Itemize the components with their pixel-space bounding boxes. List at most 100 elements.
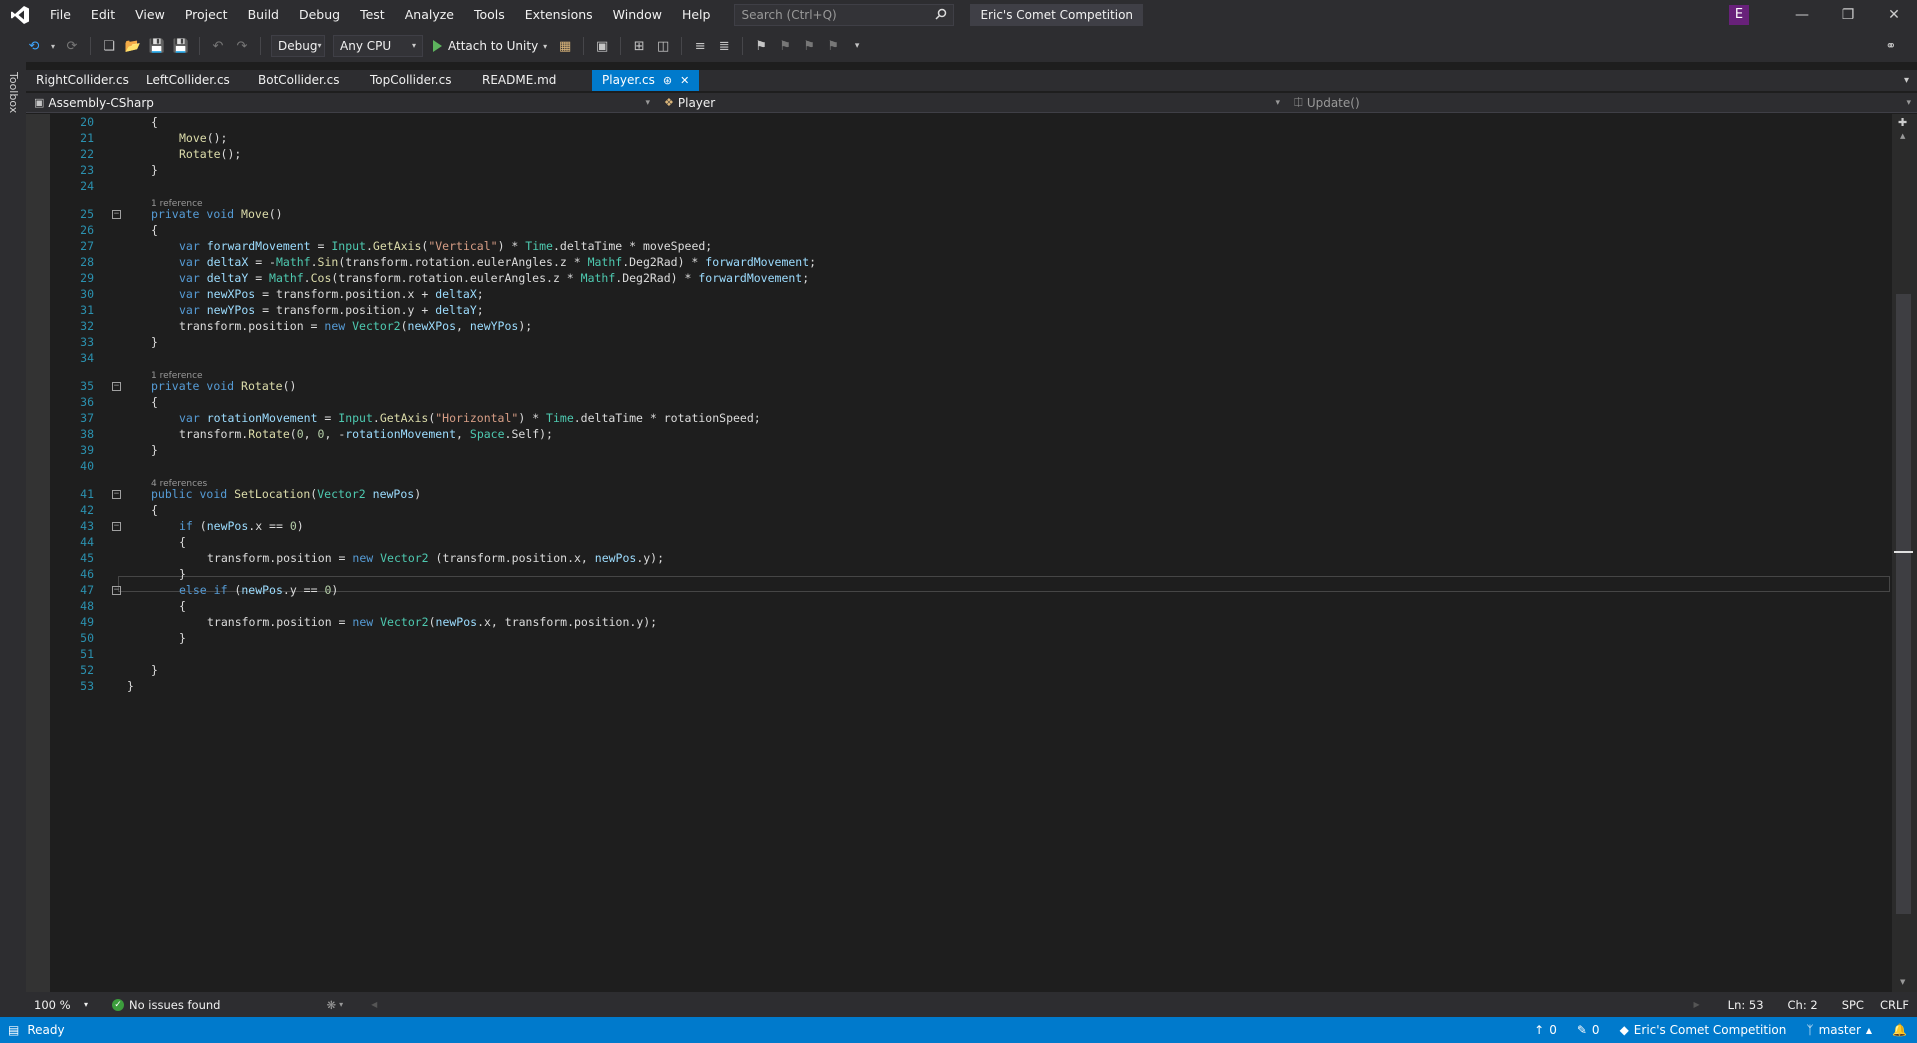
live-share-icon[interactable]: ⚭ (1882, 37, 1900, 55)
unpushed-commits[interactable]: ↑ 0 (1524, 1023, 1567, 1037)
menu-debug[interactable]: Debug (289, 0, 350, 30)
save-all-icon[interactable]: 💾 (172, 37, 190, 55)
code-text[interactable]: } (151, 334, 158, 350)
output-window-icon[interactable]: ▤ (8, 1023, 19, 1037)
scroll-up-icon[interactable]: ▲ (1900, 132, 1905, 140)
code-line[interactable]: 23} (26, 162, 1892, 178)
code-editor[interactable]: 20{21 Move(); 22 Rotate(); 23} 24 1 reference 2… (26, 114, 1892, 992)
collapse-region-icon[interactable]: − (112, 490, 121, 499)
code-text[interactable]: { (151, 114, 158, 130)
code-text[interactable]: private void Move() (151, 206, 283, 222)
code-text[interactable]: { (179, 534, 186, 550)
code-line[interactable]: 24 (26, 178, 1892, 194)
restore-icon[interactable]: ❐ (1825, 0, 1871, 30)
code-line[interactable]: 40 (26, 458, 1892, 474)
toolbar-overflow-icon[interactable]: ▾ (848, 37, 866, 55)
vertical-scrollbar[interactable]: ✚ ▲ ▼ (1892, 114, 1917, 992)
toolbox-tab[interactable]: Toolbox (7, 72, 20, 113)
tab-leftcollider[interactable]: LeftCollider.cs (136, 70, 248, 91)
code-line[interactable]: 38 transform.Rotate(0, 0, -rotationMoveme… (26, 426, 1892, 442)
line-number[interactable]: Ln: 53 (1720, 998, 1772, 1012)
code-text[interactable]: } (151, 162, 158, 178)
close-tab-icon[interactable]: ✕ (680, 70, 689, 91)
whitespace-mode[interactable]: SPC (1834, 998, 1872, 1012)
code-line[interactable]: 44 { (26, 534, 1892, 550)
hscroll-left-icon[interactable]: ◀ (371, 1000, 377, 1009)
next-bookmark-icon[interactable]: ⚑ (800, 37, 818, 55)
code-text[interactable]: Move(); (179, 130, 227, 146)
code-text[interactable]: var newYPos = transform.position.y + del… (179, 302, 484, 318)
code-text[interactable]: { (179, 598, 186, 614)
bookmark-icon[interactable]: ⚑ (752, 37, 770, 55)
code-line[interactable]: 50} (26, 630, 1892, 646)
account-avatar[interactable]: E (1729, 5, 1749, 25)
code-text[interactable]: transform.position = new Vector2(newXPos… (179, 318, 532, 334)
code-line[interactable]: 51 (26, 646, 1892, 662)
code-line[interactable]: 47 − else if (newPos.y == 0) (26, 582, 1892, 598)
code-line[interactable]: 31 var newYPos = transform.position.y + d… (26, 302, 1892, 318)
dropdown-arrow-icon[interactable]: ▾ (49, 37, 57, 55)
code-line[interactable]: 20 { (26, 114, 1892, 130)
split-editor-icon[interactable]: ✚ (1898, 116, 1907, 129)
code-text[interactable]: if (newPos.x == 0) (179, 518, 304, 534)
menu-tools[interactable]: Tools (464, 0, 515, 30)
code-line[interactable]: 49 transform.position = new Vector2(newPo… (26, 614, 1892, 630)
code-text[interactable]: transform.Rotate(0, 0, -rotationMovement… (179, 426, 553, 442)
code-line[interactable]: 39} (26, 442, 1892, 458)
pending-changes[interactable]: ✎ 0 (1567, 1023, 1610, 1037)
code-text[interactable]: private void Rotate() (151, 378, 296, 394)
search-input[interactable]: Search (Ctrl+Q) (734, 4, 955, 26)
code-text[interactable]: } (151, 442, 158, 458)
code-line[interactable]: 29 var deltaY = Mathf.Cos(transform.rotat… (26, 270, 1892, 286)
properties-icon[interactable]: ◫ (654, 37, 672, 55)
solution-config-select[interactable]: Debug ▾ (271, 35, 325, 57)
code-line[interactable]: 28 var deltaX = -Mathf.Sin(transform.rota… (26, 254, 1892, 270)
project-dropdown[interactable]: ▣ Assembly-CSharp ▾ (26, 93, 656, 113)
code-text[interactable]: var newXPos = transform.position.x + del… (179, 286, 484, 302)
uncomment-lines-icon[interactable]: ≣ (715, 37, 733, 55)
menu-file[interactable]: File (40, 0, 81, 30)
zoom-select[interactable]: 100 % ▾ (26, 998, 96, 1012)
previous-bookmark-icon[interactable]: ⚑ (776, 37, 794, 55)
code-line[interactable]: 27 var forwardMovement = Input.GetAxis("V… (26, 238, 1892, 254)
menu-analyze[interactable]: Analyze (395, 0, 464, 30)
collapse-region-icon[interactable]: − (112, 382, 121, 391)
branch-selector[interactable]: ᛉ master ▲ (1796, 1023, 1882, 1037)
code-line[interactable]: 25 − private void Move() (26, 206, 1892, 222)
tab-rightcollider[interactable]: RightCollider.cs (26, 70, 136, 91)
menu-test[interactable]: Test (350, 0, 395, 30)
hscroll-right-icon[interactable]: ▶ (1694, 1000, 1700, 1009)
code-line[interactable]: 36 { (26, 394, 1892, 410)
code-text[interactable]: } (151, 662, 158, 678)
code-text[interactable]: { (151, 394, 158, 410)
code-line[interactable]: 46} (26, 566, 1892, 582)
code-text[interactable]: var deltaY = Mathf.Cos(transform.rotatio… (179, 270, 809, 286)
code-line[interactable]: 48 { (26, 598, 1892, 614)
menu-window[interactable]: Window (603, 0, 672, 30)
redo-icon[interactable]: ↷ (233, 37, 251, 55)
code-text[interactable]: } (179, 630, 186, 646)
save-icon[interactable]: 💾 (148, 37, 166, 55)
platform-select[interactable]: Any CPU ▾ (333, 35, 423, 57)
code-text[interactable]: Rotate(); (179, 146, 241, 162)
collapse-region-icon[interactable]: − (112, 210, 121, 219)
line-ending[interactable]: CRLF (1872, 998, 1917, 1012)
code-line[interactable]: 37 var rotationMovement = Input.GetAxis("… (26, 410, 1892, 426)
new-project-icon[interactable]: ❏ (100, 37, 118, 55)
code-text[interactable]: var deltaX = -Mathf.Sin(transform.rotati… (179, 254, 816, 270)
code-text[interactable]: else if (newPos.y == 0) (179, 582, 338, 598)
tab-topcollider[interactable]: TopCollider.cs (360, 70, 472, 91)
menu-edit[interactable]: Edit (81, 0, 125, 30)
collapse-region-icon[interactable]: − (112, 586, 121, 595)
code-line[interactable]: 34 (26, 350, 1892, 366)
browser-link-icon[interactable]: ▦ (556, 37, 574, 55)
close-icon[interactable]: ✕ (1871, 0, 1917, 30)
code-text[interactable]: { (151, 222, 158, 238)
issues-indicator[interactable]: ✓ No issues found (104, 998, 228, 1012)
code-line[interactable]: 30 var newXPos = transform.position.x + d… (26, 286, 1892, 302)
screenshot-icon[interactable]: ▣ (593, 37, 611, 55)
menu-help[interactable]: Help (672, 0, 721, 30)
code-text[interactable]: { (151, 502, 158, 518)
code-line[interactable]: 21 Move(); (26, 130, 1892, 146)
code-line[interactable]: 52} (26, 662, 1892, 678)
